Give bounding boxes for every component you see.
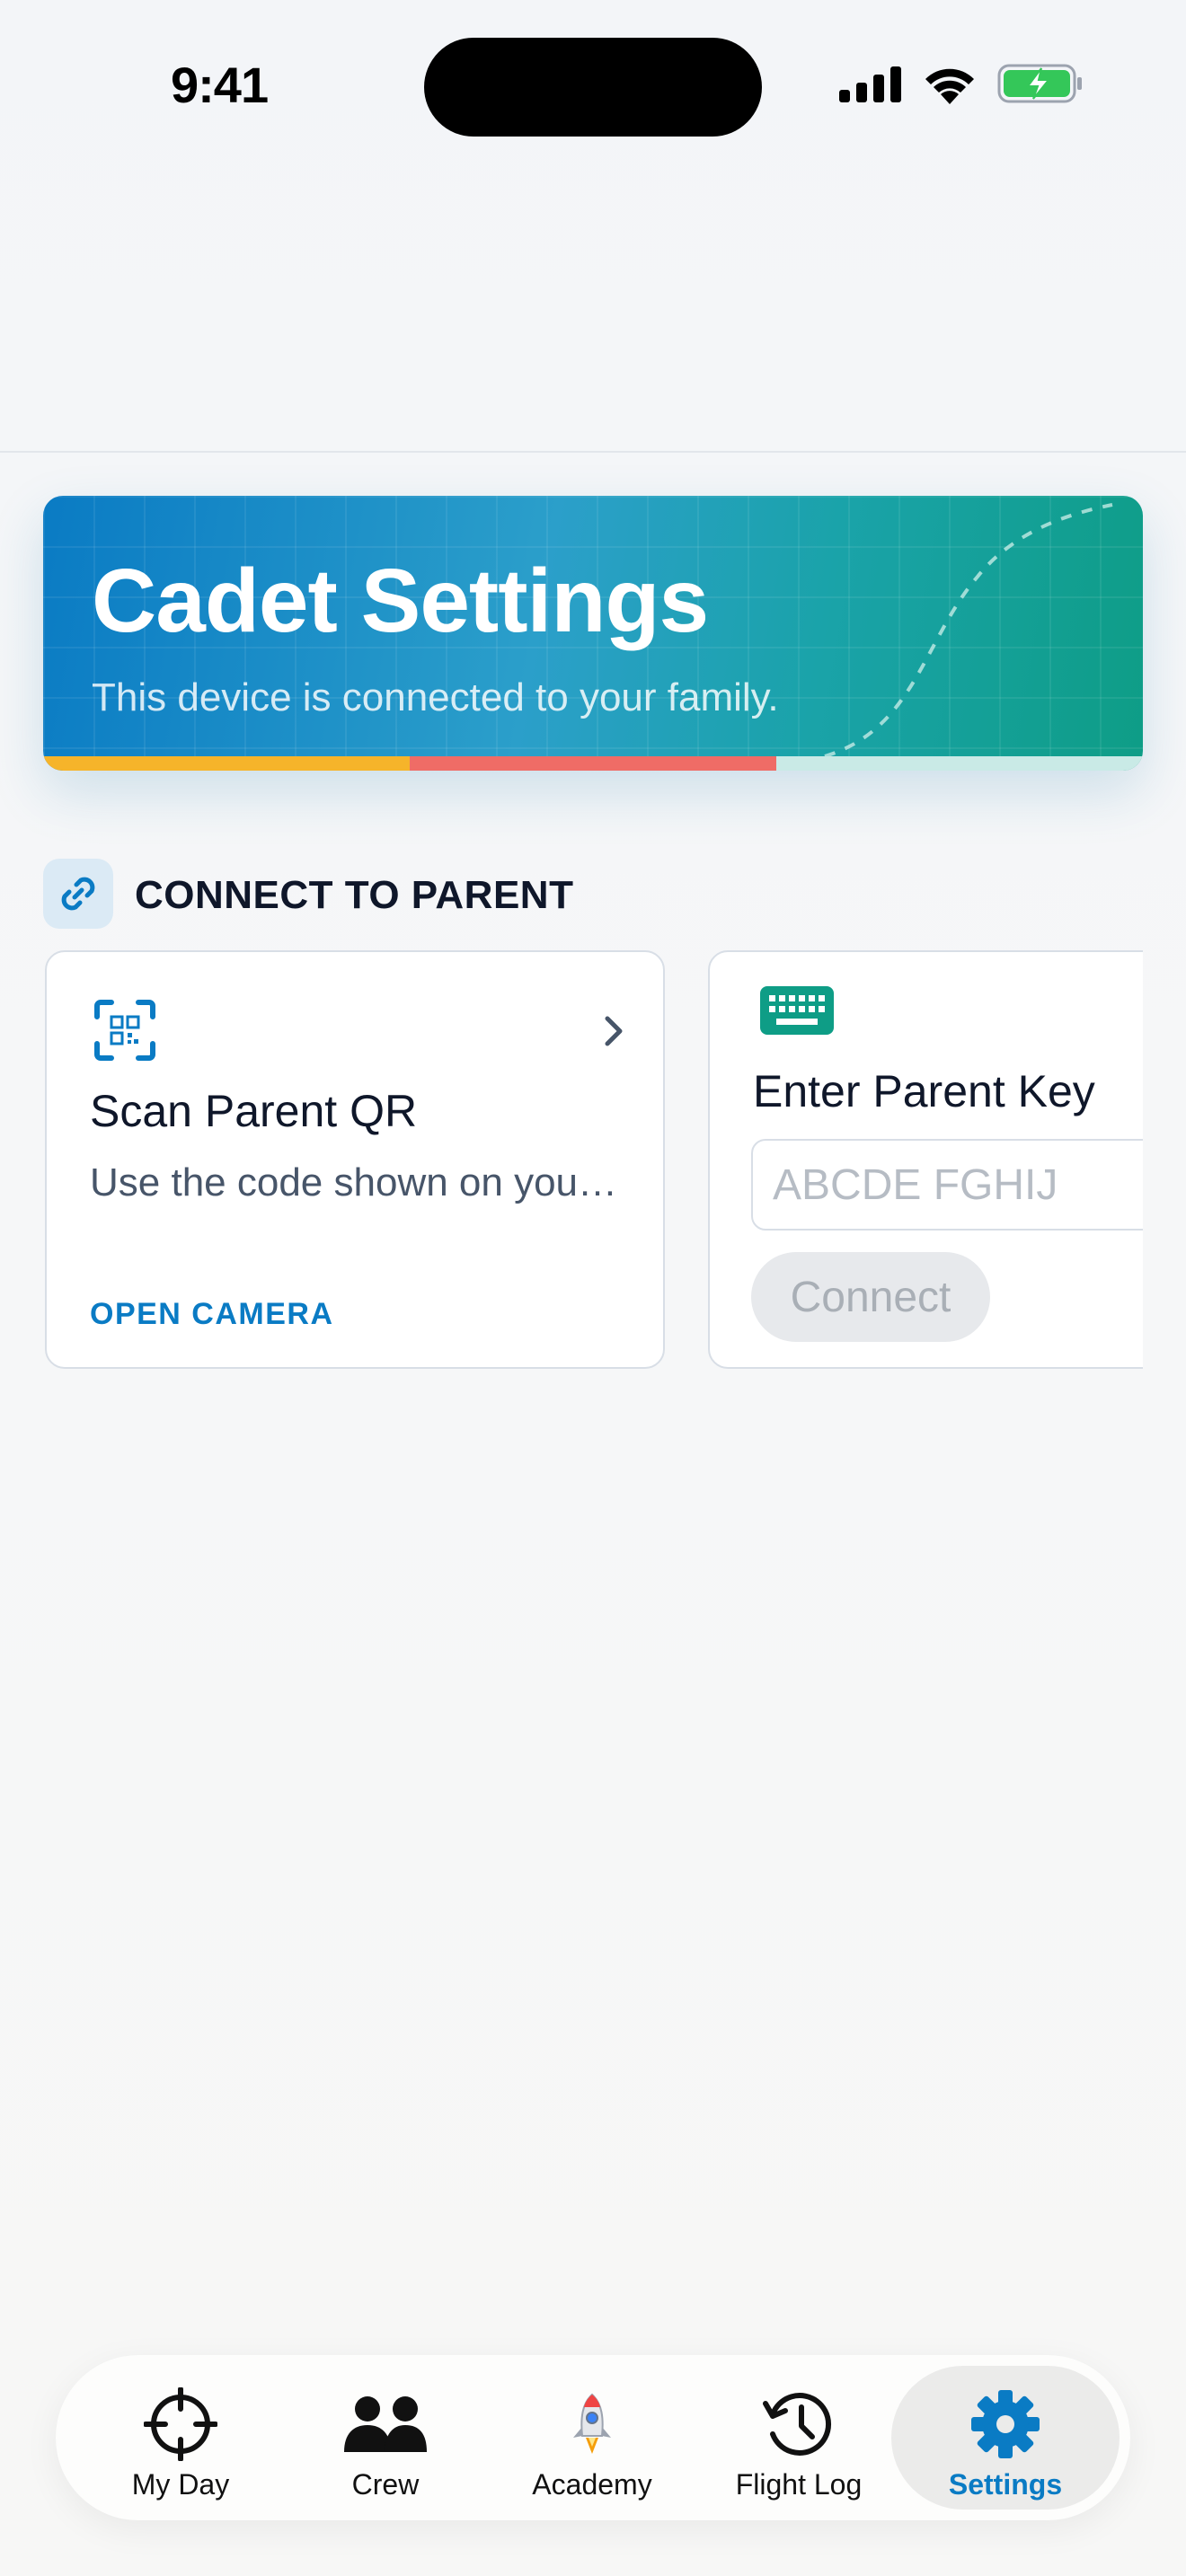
qr-scan-icon (93, 999, 156, 1066)
section-title: CONNECT TO PARENT (135, 873, 574, 917)
hero-stripe (43, 756, 1143, 771)
tab-label: Settings (948, 2468, 1063, 2501)
stripe-coral (410, 756, 776, 771)
scan-card-title: Scan Parent QR (90, 1086, 418, 1136)
scan-parent-qr-card[interactable]: Scan Parent QR Use the code shown on you… (45, 950, 665, 1369)
link-icon (43, 859, 113, 929)
tab-settings[interactable]: Settings (891, 2366, 1120, 2510)
crosshair-icon (144, 2387, 217, 2461)
tab-bar: My Day Crew Academy Flight Log Settings (56, 2355, 1130, 2520)
hero-banner: Cadet Settings This device is connected … (43, 496, 1143, 771)
status-icons (839, 63, 1084, 109)
tab-label: My Day (131, 2468, 230, 2501)
tab-label: Flight Log (735, 2468, 863, 2501)
scan-card-description: Use the code shown on your parent's devi… (90, 1160, 629, 1204)
connect-button[interactable]: Connect (751, 1252, 990, 1342)
chevron-right-icon (602, 1013, 627, 1054)
connect-options-carousel[interactable]: Scan Parent QR Use the code shown on you… (43, 948, 1143, 1371)
header-divider (0, 451, 1186, 453)
keyboard-icon (758, 984, 836, 1041)
cadet-settings-screen: 9:41 Cadet Settings This device is conne… (0, 0, 1186, 2576)
wifi-icon (922, 63, 978, 109)
tab-my-day[interactable]: My Day (79, 2366, 282, 2510)
enter-parent-key-card: Enter Parent Key Connect (708, 950, 1143, 1369)
tab-academy[interactable]: Academy (491, 2366, 694, 2510)
status-time: 9:41 (171, 57, 269, 113)
open-camera-link[interactable]: OPEN CAMERA (90, 1297, 334, 1332)
page-subtitle: This device is connected to your family. (92, 675, 779, 719)
stripe-mint (776, 756, 1143, 771)
hero-flight-path (824, 503, 1113, 758)
dynamic-island (424, 38, 762, 137)
battery-charging-icon (997, 63, 1084, 109)
page-title: Cadet Settings (92, 551, 709, 651)
people-icon (342, 2389, 429, 2459)
key-card-title: Enter Parent Key (753, 1066, 1095, 1116)
stripe-yellow (43, 756, 410, 771)
gear-icon (969, 2389, 1041, 2459)
tab-crew[interactable]: Crew (284, 2366, 487, 2510)
tab-flight-log[interactable]: Flight Log (697, 2366, 900, 2510)
parent-key-input[interactable] (751, 1139, 1143, 1231)
history-icon (762, 2389, 836, 2459)
tab-label: Academy (532, 2468, 652, 2501)
rocket-icon (570, 2389, 615, 2459)
cellular-signal-icon (839, 65, 902, 107)
tab-label: Crew (351, 2468, 420, 2501)
